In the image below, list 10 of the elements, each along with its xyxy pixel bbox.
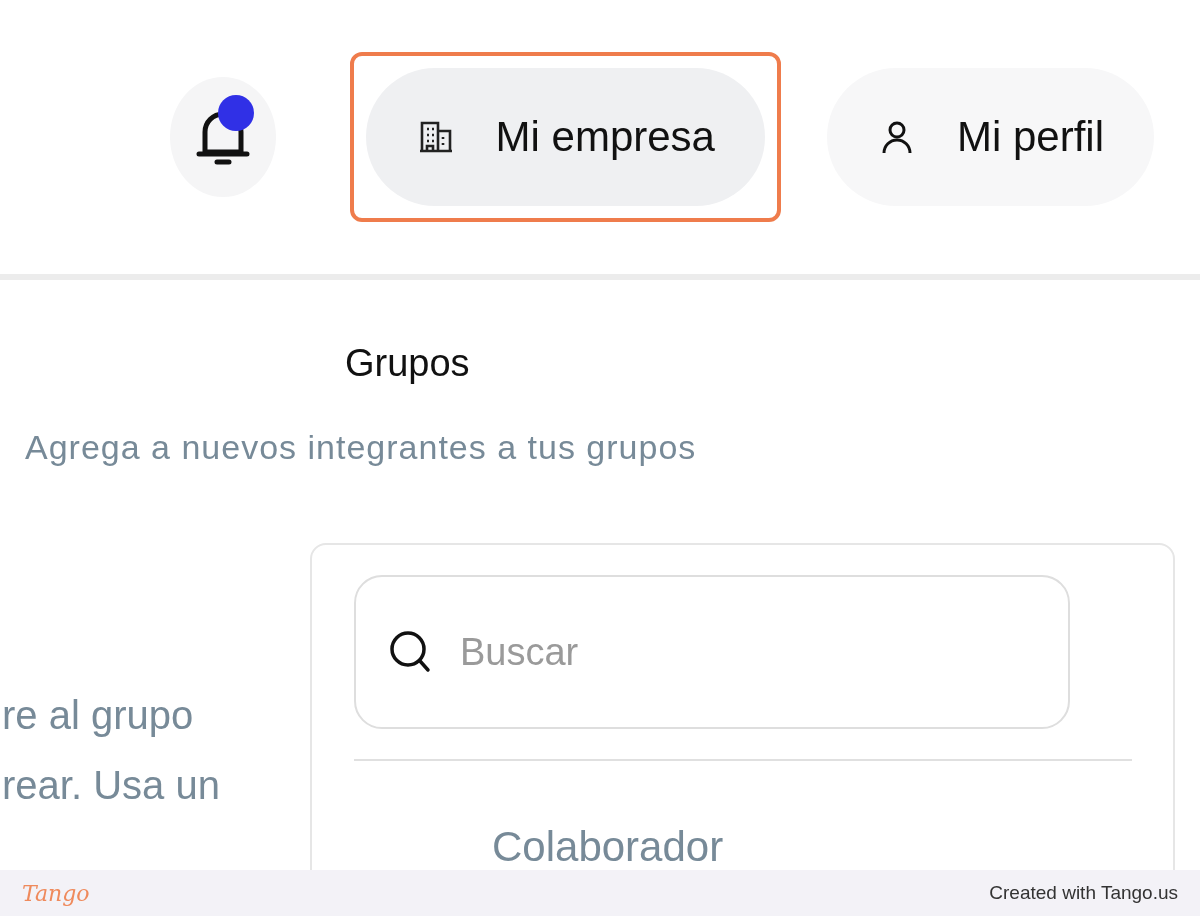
description-text: rear. Usa un [2,763,221,809]
description-text: re al grupo [2,693,195,739]
nav-button[interactable]: Mi empresa [365,68,765,206]
column-heading: Colaborador [492,823,725,871]
search-field[interactable]: Buscar [354,575,1070,729]
tango-logo: Tango [22,880,90,906]
section-subtitle: Agrega a nuevos integrantes a tus grupos [25,428,697,467]
footer-credit: Created with Tango.us [989,882,1178,904]
section-title: Grupos [345,342,470,385]
nav-button[interactable]: Mi perfil [826,68,1154,206]
